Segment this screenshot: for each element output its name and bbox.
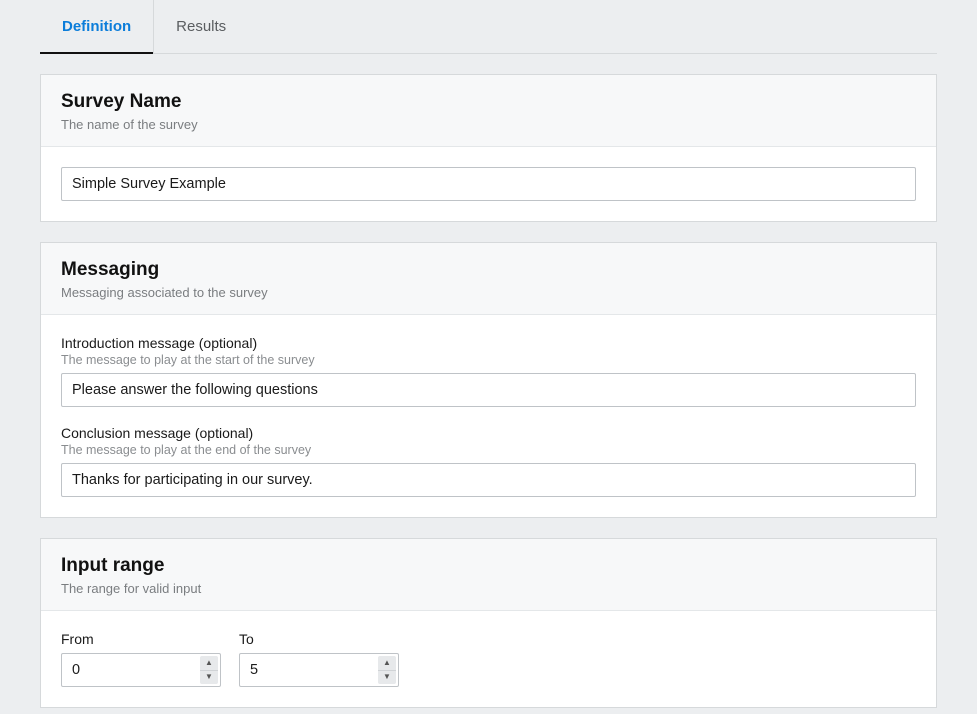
intro-message-input[interactable]: [61, 373, 916, 407]
intro-label: Introduction message (optional): [61, 335, 916, 351]
tab-results[interactable]: Results: [154, 0, 248, 53]
input-range-title: Input range: [61, 555, 916, 577]
messaging-header: Messaging Messaging associated to the su…: [41, 243, 936, 315]
from-stepper: ▲ ▼: [61, 653, 221, 687]
survey-name-panel: Survey Name The name of the survey: [40, 74, 937, 222]
messaging-panel: Messaging Messaging associated to the su…: [40, 242, 937, 518]
input-range-header: Input range The range for valid input: [41, 539, 936, 611]
input-range-row: From ▲ ▼ To ▲ ▼: [61, 631, 916, 687]
tabs-bar: Definition Results: [40, 0, 937, 54]
from-step-up-icon[interactable]: ▲: [200, 656, 218, 671]
survey-name-subtitle: The name of the survey: [61, 117, 916, 132]
to-stepper: ▲ ▼: [239, 653, 399, 687]
input-range-panel: Input range The range for valid input Fr…: [40, 538, 937, 708]
conclusion-hint: The message to play at the end of the su…: [61, 443, 916, 457]
messaging-title: Messaging: [61, 259, 916, 281]
messaging-subtitle: Messaging associated to the survey: [61, 285, 916, 300]
from-stepper-buttons: ▲ ▼: [200, 656, 218, 684]
survey-name-header: Survey Name The name of the survey: [41, 75, 936, 147]
to-step-up-icon[interactable]: ▲: [378, 656, 396, 671]
conclusion-label: Conclusion message (optional): [61, 425, 916, 441]
to-label: To: [239, 631, 399, 647]
survey-name-title: Survey Name: [61, 91, 916, 113]
intro-hint: The message to play at the start of the …: [61, 353, 916, 367]
to-step-down-icon[interactable]: ▼: [378, 671, 396, 685]
page-container: Definition Results Survey Name The name …: [0, 0, 977, 708]
conclusion-message-input[interactable]: [61, 463, 916, 497]
messaging-body: Introduction message (optional) The mess…: [41, 315, 936, 517]
to-stepper-buttons: ▲ ▼: [378, 656, 396, 684]
tab-definition[interactable]: Definition: [40, 0, 154, 53]
survey-name-body: [41, 147, 936, 221]
to-column: To ▲ ▼: [239, 631, 399, 687]
input-range-subtitle: The range for valid input: [61, 581, 916, 596]
survey-name-input[interactable]: [61, 167, 916, 201]
from-step-down-icon[interactable]: ▼: [200, 671, 218, 685]
from-label: From: [61, 631, 221, 647]
from-input[interactable]: [61, 653, 221, 687]
intro-field-group: Introduction message (optional) The mess…: [61, 335, 916, 407]
to-input[interactable]: [239, 653, 399, 687]
conclusion-field-group: Conclusion message (optional) The messag…: [61, 425, 916, 497]
from-column: From ▲ ▼: [61, 631, 221, 687]
input-range-body: From ▲ ▼ To ▲ ▼: [41, 611, 936, 707]
